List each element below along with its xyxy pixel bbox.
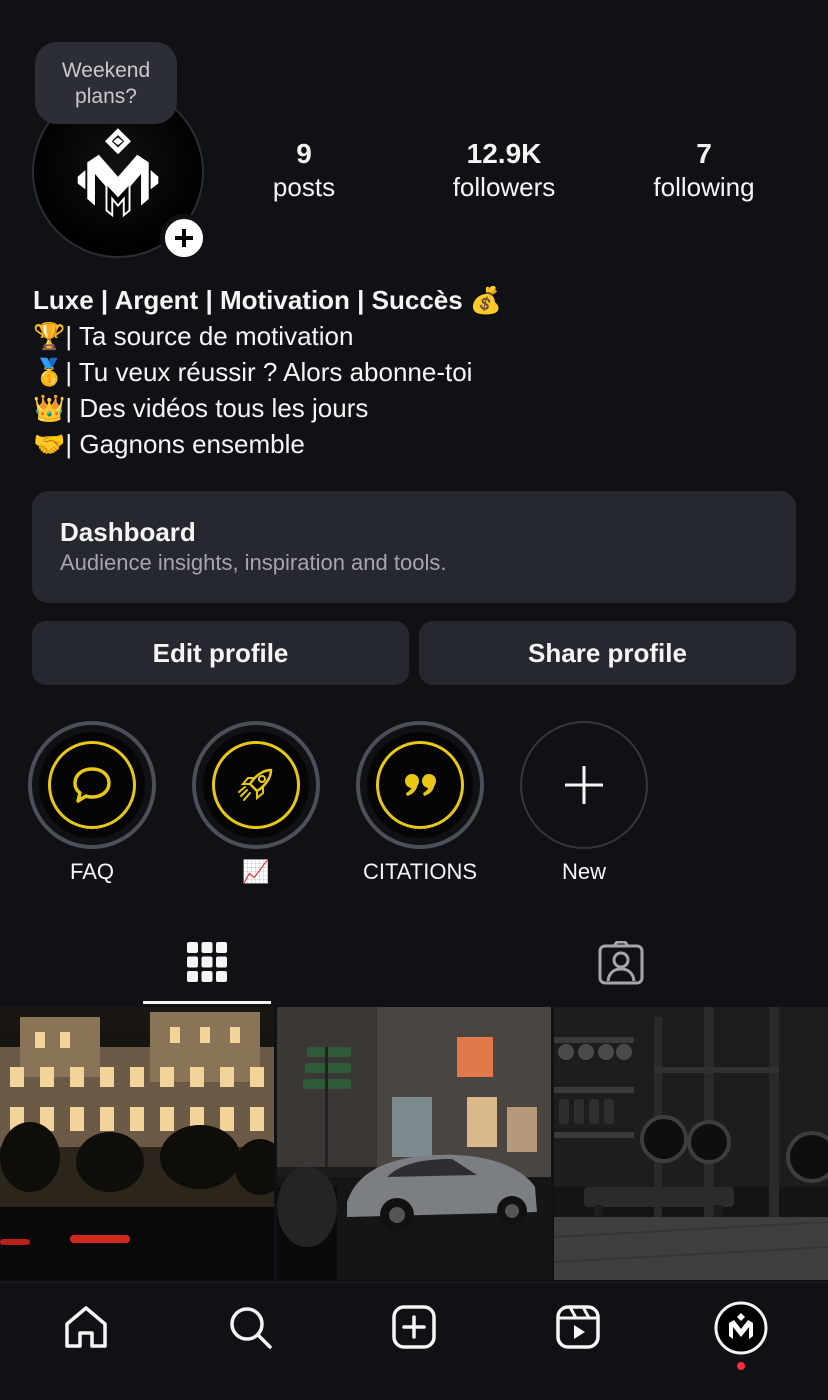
posts-value: 9 — [296, 138, 312, 169]
plus-icon — [175, 229, 193, 247]
add-story-button[interactable] — [160, 214, 208, 262]
highlight-faq[interactable]: FAQ — [28, 721, 156, 885]
search-icon — [230, 1307, 272, 1349]
following-value: 7 — [696, 138, 712, 169]
posts-count[interactable]: 9 posts — [214, 138, 394, 202]
notification-dot — [737, 1362, 745, 1370]
edit-profile-button[interactable]: Edit profile — [32, 621, 409, 685]
nav-home-button[interactable] — [62, 1303, 110, 1351]
active-tab-indicator — [143, 1001, 271, 1004]
highlight-ring — [28, 721, 156, 849]
note-bubble[interactable]: Weekend plans? — [35, 42, 177, 124]
highlight-new[interactable]: New — [520, 721, 648, 885]
profile-name: Luxe | Argent | Motivation | Succès 💰 — [33, 285, 503, 315]
highlight-ring — [520, 721, 648, 849]
reels-icon — [556, 1305, 600, 1349]
create-icon — [392, 1305, 436, 1349]
highlight-label: New — [561, 859, 606, 884]
profile-avatar-icon — [714, 1301, 768, 1355]
post-thumbnail[interactable] — [277, 1007, 551, 1280]
chat-bubble-icon — [73, 767, 111, 803]
followers-value: 12.9K — [466, 138, 542, 169]
professional-dashboard[interactable]: Dashboard Audience insights, inspiration… — [32, 491, 796, 603]
quote-icon — [405, 774, 436, 796]
highlight-label: FAQ — [69, 859, 114, 884]
following-label: following — [653, 172, 755, 202]
highlight-citations[interactable]: CITATIONS — [356, 721, 484, 885]
highlight-gold-circle — [376, 741, 464, 829]
note-text-line2: plans? — [75, 85, 137, 108]
posts-label: posts — [272, 172, 336, 202]
dashboard-subtitle: Audience insights, inspiration and tools… — [60, 550, 447, 575]
dashboard-title: Dashboard — [60, 517, 196, 547]
followers-label: followers — [452, 172, 556, 202]
highlight-gold-circle — [212, 741, 300, 829]
highlight-label: 📈 — [242, 859, 270, 884]
bio-line: 🥇| Tu veux réussir ? Alors abonne-toi — [33, 357, 473, 387]
nav-profile-button[interactable] — [714, 1301, 768, 1355]
following-count[interactable]: 7 following — [614, 138, 794, 202]
tab-tagged[interactable] — [598, 940, 644, 990]
highlight-cover — [203, 732, 309, 838]
bio-line: 🏆| Ta source de motivation — [33, 321, 354, 351]
home-icon — [65, 1306, 107, 1348]
highlight-gold-circle — [48, 741, 136, 829]
brand-logo-icon — [77, 128, 159, 218]
rocket-icon — [238, 768, 273, 801]
profile-bio: Luxe | Argent | Motivation | Succès 💰 🏆|… — [33, 282, 793, 462]
post-thumbnail[interactable] — [0, 1007, 274, 1280]
highlight-ring — [356, 721, 484, 849]
bio-line: 👑| Des vidéos tous les jours — [33, 393, 369, 423]
followers-count[interactable]: 12.9K followers — [414, 138, 594, 202]
share-profile-button[interactable]: Share profile — [419, 621, 796, 685]
highlight-chart[interactable]: 📈 — [192, 721, 320, 885]
highlight-cover — [367, 732, 473, 838]
nav-reels-button[interactable] — [554, 1303, 602, 1351]
post-image-casino — [0, 1007, 274, 1280]
note-text-line1: Weekend — [61, 59, 151, 82]
post-image-car — [277, 1007, 551, 1280]
tagged-person-icon — [598, 940, 644, 985]
post-image-gym — [554, 1007, 828, 1280]
highlight-label: CITATIONS — [362, 859, 478, 884]
highlight-ring — [192, 721, 320, 849]
bio-line: 🤝| Gagnons ensemble — [33, 429, 305, 459]
bottom-navigation — [0, 1282, 828, 1400]
nav-create-button[interactable] — [390, 1303, 438, 1351]
grid-icon — [187, 942, 227, 982]
tab-posts-grid[interactable] — [186, 941, 228, 988]
nav-search-button[interactable] — [226, 1303, 274, 1351]
highlight-cover — [39, 732, 145, 838]
plus-icon — [565, 766, 603, 804]
post-thumbnail[interactable] — [554, 1007, 828, 1280]
